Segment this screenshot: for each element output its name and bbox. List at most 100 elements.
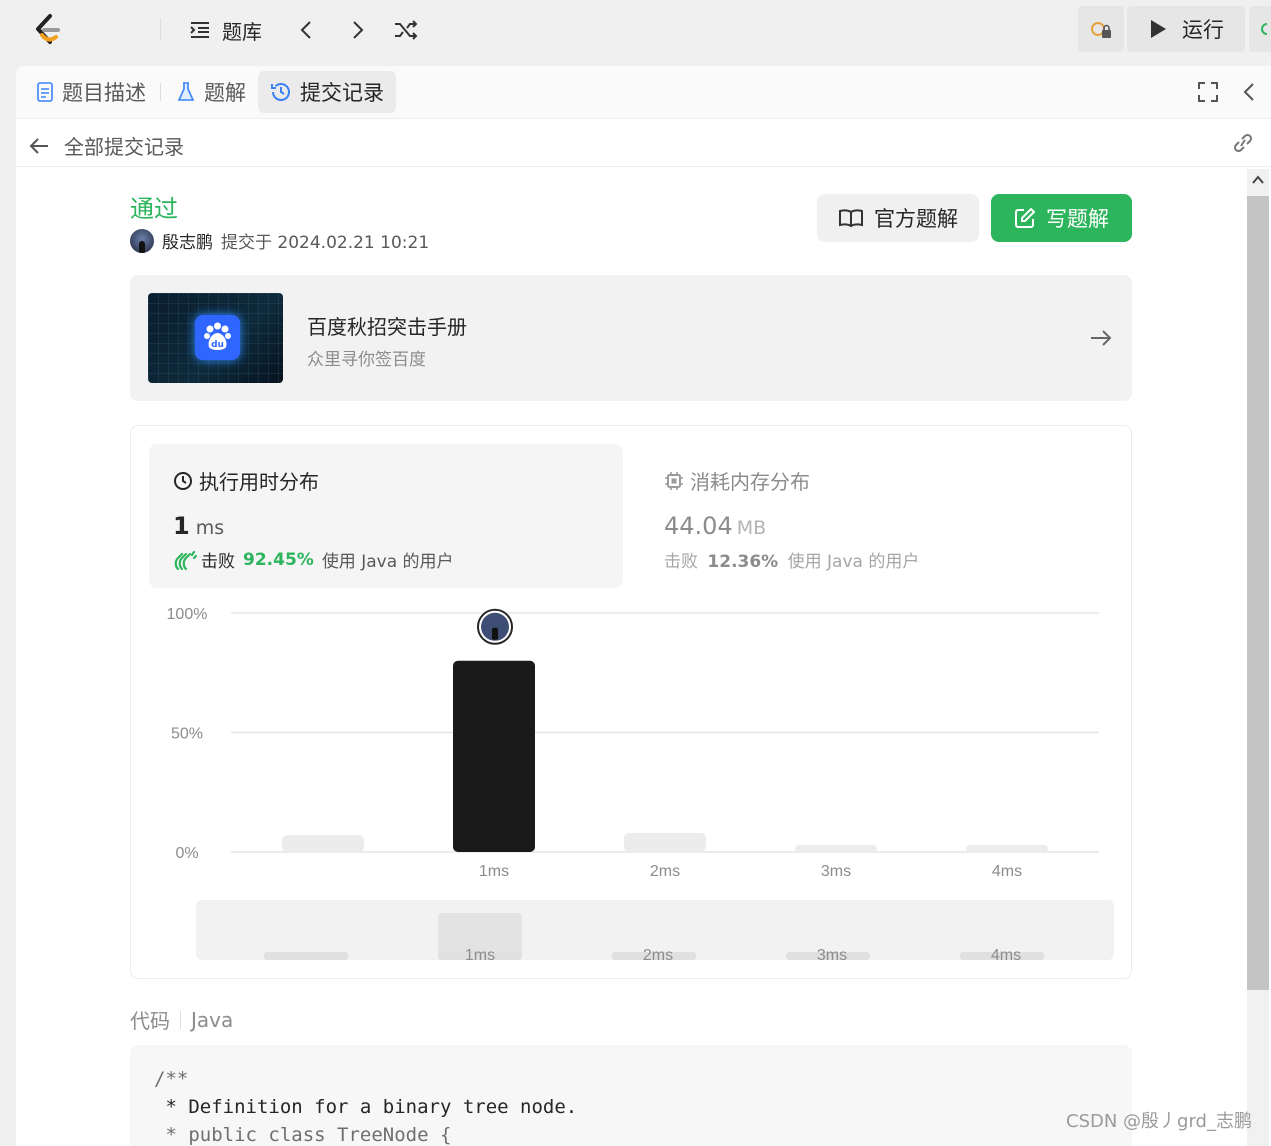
clap-hands-icon <box>174 550 197 570</box>
performance-stats: 执行用时分布 1 ms 击败 92.45% 使用 Java 的用户 消耗内存分布 … <box>130 425 1132 979</box>
runtime-title: 执行用时分布 <box>173 466 319 495</box>
chevron-left-icon <box>300 21 311 39</box>
scrollbar-thumb[interactable] <box>1247 196 1269 990</box>
runtime-card[interactable]: 执行用时分布 1 ms 击败 92.45% 使用 Java 的用户 <box>149 444 623 588</box>
runtime-value: 1 ms <box>173 512 225 540</box>
code-header-divider <box>180 1010 181 1029</box>
tab-submissions-label: 提交记录 <box>300 81 384 105</box>
run-button[interactable]: 运行 <box>1127 6 1245 52</box>
submitted-time: 提交于 2024.02.21 10:21 <box>221 233 430 253</box>
scroll-up-arrow-icon <box>1252 175 1264 184</box>
tab-bar: 题目描述 题解 提交记录 <box>16 66 1271 119</box>
random-problem-button[interactable] <box>393 12 419 48</box>
next-problem-button[interactable] <box>346 12 368 48</box>
top-bar: 题库 运行 <box>0 0 1271 60</box>
clock-icon <box>174 471 192 490</box>
svg-text:du: du <box>211 340 224 350</box>
promo-title: 百度秋招突击手册 <box>307 315 467 339</box>
memory-value: 44.04 MB <box>664 512 767 540</box>
debug-button[interactable] <box>1078 6 1124 52</box>
x-tick-label: 3ms <box>821 863 851 880</box>
write-solution-button[interactable]: 写题解 <box>991 194 1132 242</box>
code-line: /** <box>154 1068 189 1090</box>
tab-divider <box>160 83 161 101</box>
problem-list-button[interactable]: 题库 <box>188 12 262 48</box>
link-icon <box>1233 133 1253 153</box>
arrow-left-icon <box>29 137 48 154</box>
submit-button[interactable] <box>1249 6 1271 52</box>
book-icon <box>839 209 863 228</box>
y-tick-label: 50% <box>171 726 203 743</box>
x-tick-label: 2ms <box>650 863 680 880</box>
chevron-left-icon <box>1243 83 1254 101</box>
bar <box>966 844 1048 852</box>
runtime-distribution-chart: 100% 50% 0% 1ms 2ms 3ms 4ms <box>167 606 1099 880</box>
shuffle-icon <box>395 20 418 40</box>
tab-description-label: 题目描述 <box>62 81 146 105</box>
avatar[interactable] <box>130 228 154 253</box>
bar <box>453 660 535 852</box>
code-block[interactable]: /** * Definition for a binary tree node.… <box>130 1045 1132 1146</box>
debug-lock-icon <box>1091 22 1111 38</box>
code-line: * Definition for a binary tree node. <box>154 1096 578 1118</box>
bar <box>624 832 706 852</box>
tab-submissions[interactable]: 提交记录 <box>258 71 396 113</box>
x-tick-label: 1ms <box>479 863 509 880</box>
runtime-title-label: 执行用时分布 <box>199 470 319 494</box>
official-solution-label: 官方题解 <box>874 207 958 231</box>
overview-tick-label: 3ms <box>817 947 847 960</box>
author-name[interactable]: 殷志鹏 <box>162 228 213 253</box>
copy-link-button[interactable] <box>1230 132 1256 158</box>
submission-author: 殷志鹏 提交于 2024.02.21 10:21 <box>130 228 429 253</box>
x-tick-label: 4ms <box>992 863 1022 880</box>
back-label: 全部提交记录 <box>64 135 184 159</box>
chip-icon <box>665 471 683 490</box>
bar <box>282 835 364 852</box>
overview-tick-label: 2ms <box>643 947 673 960</box>
baidu-logo-icon: du <box>195 315 240 360</box>
chevron-right-icon <box>353 21 364 39</box>
runtime-beats: 击败 92.45% 使用 Java 的用户 <box>173 547 454 572</box>
leetcode-logo-icon[interactable] <box>28 10 68 50</box>
write-solution-label: 写题解 <box>1046 207 1109 231</box>
bar <box>795 844 877 852</box>
expand-icon <box>1198 82 1218 102</box>
problem-list-label: 题库 <box>222 19 262 44</box>
collapse-panel-button[interactable] <box>1240 81 1258 107</box>
memory-title[interactable]: 消耗内存分布 <box>664 466 810 495</box>
overview-tick-label: 1ms <box>465 947 495 960</box>
submission-subbar: 全部提交记录 <box>16 119 1271 167</box>
memory-beats: 击败 12.36% 使用 Java 的用户 <box>664 552 920 572</box>
play-icon <box>1151 20 1166 38</box>
run-label: 运行 <box>1182 18 1224 42</box>
submission-panel: 题目描述 题解 提交记录 全部提交记录 通过 殷志鹏 提交于 2024.02.2… <box>16 66 1271 1146</box>
code-language: Java <box>191 1007 234 1032</box>
tab-description[interactable]: 题目描述 <box>24 71 158 113</box>
history-icon <box>271 83 290 101</box>
overview-bar <box>264 952 348 960</box>
submission-content: 通过 殷志鹏 提交于 2024.02.21 10:21 官方题解 写题解 du <box>130 167 1132 1146</box>
overview-tick-label: 4ms <box>991 947 1021 960</box>
document-icon <box>37 82 53 102</box>
watermark: CSDN @殷丿grd_志鹏 <box>1066 1111 1252 1132</box>
back-to-submissions-button[interactable]: 全部提交记录 <box>28 131 184 160</box>
prev-problem-button[interactable] <box>296 12 318 48</box>
edit-icon <box>1015 207 1036 228</box>
chart-overview-brush[interactable]: 1ms 2ms 3ms 4ms <box>196 900 1114 960</box>
fullscreen-button[interactable] <box>1197 81 1219 107</box>
submission-status: 通过 <box>130 195 178 223</box>
scrollbar[interactable] <box>1247 169 1269 1146</box>
promo-banner[interactable]: du 百度秋招突击手册 众里寻你签百度 <box>130 275 1132 401</box>
submit-icon <box>1261 23 1267 35</box>
tab-solutions-label: 题解 <box>204 81 246 105</box>
list-icon <box>190 22 209 38</box>
y-tick-label: 100% <box>167 606 208 623</box>
tab-solutions[interactable]: 题解 <box>164 71 258 113</box>
code-line: * public class TreeNode { <box>154 1124 452 1146</box>
topbar-divider <box>160 18 161 40</box>
arrow-right-icon <box>1091 330 1112 346</box>
user-marker-figure <box>492 627 498 640</box>
official-solution-button[interactable]: 官方题解 <box>817 194 979 242</box>
flask-icon <box>177 82 195 101</box>
code-header: 代码 Java <box>130 1005 233 1034</box>
